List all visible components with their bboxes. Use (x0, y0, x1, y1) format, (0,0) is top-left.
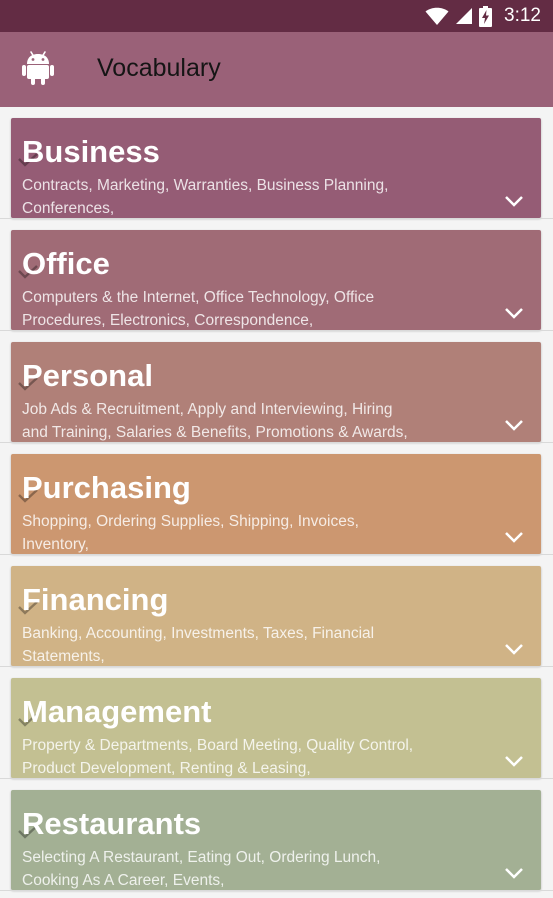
category-description: Banking, Accounting, Investments, Taxes,… (22, 625, 375, 665)
category-card-management[interactable]: Management Property & Departments, Board… (11, 678, 541, 778)
chevron-down-icon[interactable] (504, 194, 524, 213)
app-bar: Vocabulary (0, 32, 553, 107)
chevron-down-icon[interactable] (504, 642, 524, 661)
category-description: Job Ads & Recruitment, Apply and Intervi… (22, 401, 408, 441)
page-title: Vocabulary (97, 54, 221, 82)
category-card-office[interactable]: Office Computers & the Internet, Office … (11, 230, 541, 330)
category-card-purchasing[interactable]: Purchasing Shopping, Ordering Supplies, … (11, 454, 541, 554)
divider (0, 218, 553, 219)
chevron-down-icon[interactable] (504, 306, 524, 325)
category-card-business[interactable]: Business Contracts, Marketing, Warrantie… (11, 118, 541, 218)
category-card-personal[interactable]: Personal Job Ads & Recruitment, Apply an… (11, 342, 541, 442)
wifi-icon (425, 6, 449, 26)
status-icons: 3:12 (425, 0, 541, 32)
divider (0, 330, 553, 331)
category-card-financing[interactable]: Financing Banking, Accounting, Investmen… (11, 566, 541, 666)
divider (0, 890, 553, 891)
chevron-down-icon[interactable] (504, 530, 524, 549)
category-description: Contracts, Marketing, Warranties, Busine… (22, 177, 389, 217)
category-title: Management (22, 694, 212, 729)
cell-signal-icon (455, 7, 473, 25)
category-description: Selecting A Restaurant, Eating Out, Orde… (22, 849, 381, 889)
divider (0, 442, 553, 443)
divider (0, 666, 553, 667)
divider (0, 778, 553, 779)
category-title: Purchasing (22, 470, 191, 505)
category-description: Property & Departments, Board Meeting, Q… (22, 737, 414, 777)
category-card-restaurants[interactable]: Restaurants Selecting A Restaurant, Eati… (11, 790, 541, 890)
chevron-down-icon[interactable] (504, 754, 524, 773)
category-list: Business Contracts, Marketing, Warrantie… (0, 107, 553, 898)
category-description: Computers & the Internet, Office Technol… (22, 289, 375, 329)
chevron-down-icon[interactable] (504, 866, 524, 885)
chevron-down-icon[interactable] (504, 418, 524, 437)
status-bar: 3:12 (0, 0, 553, 32)
category-title: Personal (22, 358, 153, 393)
battery-charging-icon (479, 5, 493, 27)
category-title: Financing (22, 582, 169, 617)
category-title: Restaurants (22, 806, 202, 841)
category-title: Office (22, 246, 110, 281)
category-title: Business (22, 134, 160, 169)
category-description: Shopping, Ordering Supplies, Shipping, I… (22, 513, 359, 553)
status-time: 3:12 (504, 5, 541, 26)
divider (0, 554, 553, 555)
android-icon[interactable] (22, 50, 54, 86)
